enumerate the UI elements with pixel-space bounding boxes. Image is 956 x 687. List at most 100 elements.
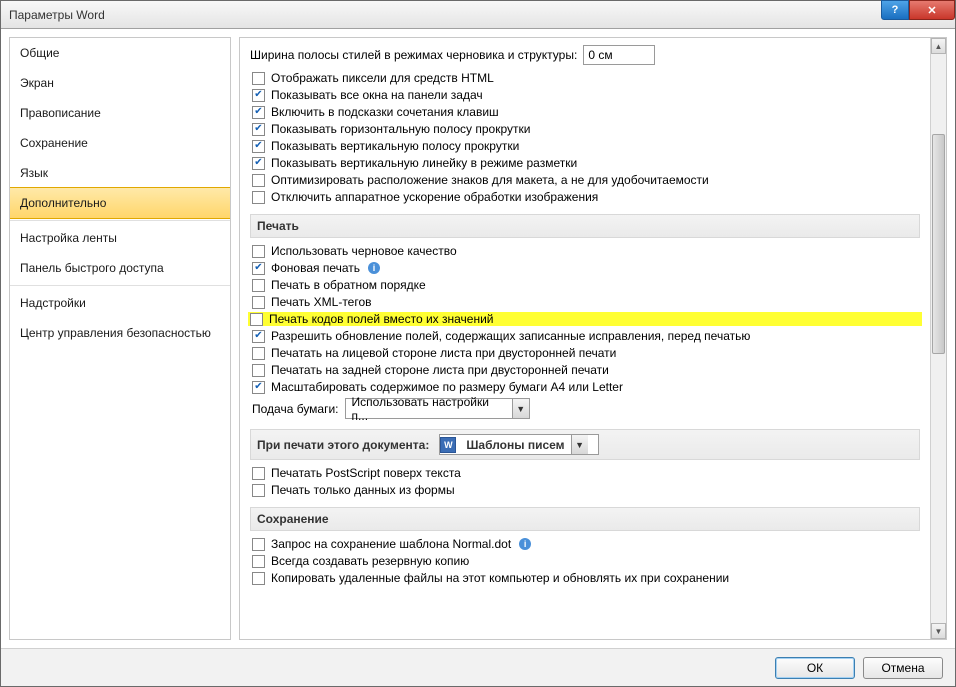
print-opt-label: Разрешить обновление полей, содержащих з…: [271, 329, 750, 343]
display-opt-checkbox[interactable]: [252, 157, 265, 170]
display-opt-label: Включить в подсказки сочетания клавиш: [271, 105, 499, 119]
print-doc-dropdown[interactable]: W Шаблоны писем ▼: [439, 434, 599, 455]
display-opt-checkbox[interactable]: [252, 106, 265, 119]
print-doc-opt-checkbox[interactable]: [252, 484, 265, 497]
print-opt-checkbox[interactable]: [250, 313, 263, 326]
save-opt-row: Всегда создавать резервную копию: [252, 554, 920, 568]
scroll-up-icon[interactable]: ▲: [931, 38, 946, 54]
print-opt-label: Использовать черновое качество: [271, 244, 457, 258]
style-width-row: Ширина полосы стилей в режимах черновика…: [250, 45, 920, 65]
print-opt-checkbox[interactable]: [252, 296, 265, 309]
info-icon[interactable]: i: [519, 538, 531, 550]
display-opt-row: Отображать пиксели для средств HTML: [252, 71, 920, 85]
display-opt-row: Отключить аппаратное ускорение обработки…: [252, 190, 920, 204]
scroll-track[interactable]: [931, 54, 946, 623]
print-doc-opt-checkbox[interactable]: [252, 467, 265, 480]
paper-feed-value: Использовать настройки п...: [346, 395, 512, 423]
print-opt-label: Печать кодов полей вместо их значений: [269, 312, 494, 326]
sidebar-item-display[interactable]: Экран: [10, 68, 230, 98]
section-print-label: Печать: [257, 219, 299, 233]
save-opt-label: Всегда создавать резервную копию: [271, 554, 469, 568]
display-opt-label: Показывать горизонтальную полосу прокрут…: [271, 122, 530, 136]
display-opt-label: Показывать вертикальную полосу прокрутки: [271, 139, 519, 153]
display-opt-row: Оптимизировать расположение знаков для м…: [252, 173, 920, 187]
print-doc-value: Шаблоны писем: [460, 438, 570, 452]
info-icon[interactable]: i: [368, 262, 380, 274]
print-opt-label: Фоновая печать: [271, 261, 360, 275]
print-opt-row: Фоновая печать i: [252, 261, 920, 275]
sidebar-item-language[interactable]: Язык: [10, 158, 230, 188]
print-opt-label: Печатать на лицевой стороне листа при дв…: [271, 346, 616, 360]
print-opt-checkbox[interactable]: [252, 347, 265, 360]
print-doc-opt-row: Печать только данных из формы: [252, 483, 920, 497]
display-opt-checkbox[interactable]: [252, 89, 265, 102]
print-opt-row: Печатать на лицевой стороне листа при дв…: [252, 346, 920, 360]
print-opt-checkbox[interactable]: [252, 330, 265, 343]
sidebar-separator: [10, 220, 230, 221]
section-save-label: Сохранение: [257, 512, 329, 526]
chevron-down-icon: ▼: [512, 399, 529, 418]
save-opt-label: Копировать удаленные файлы на этот компь…: [271, 571, 729, 585]
print-opt-checkbox[interactable]: [252, 262, 265, 275]
display-opt-row: Показывать вертикальную линейку в режиме…: [252, 156, 920, 170]
sidebar-item-advanced[interactable]: Дополнительно: [9, 187, 231, 219]
display-opt-checkbox[interactable]: [252, 72, 265, 85]
print-opt-checkbox[interactable]: [252, 245, 265, 258]
sidebar-item-save[interactable]: Сохранение: [10, 128, 230, 158]
vertical-scrollbar[interactable]: ▲ ▼: [930, 38, 946, 639]
display-opt-label: Отключить аппаратное ускорение обработки…: [271, 190, 598, 204]
print-opt-row: Печать XML-тегов: [252, 295, 920, 309]
paper-feed-dropdown[interactable]: Использовать настройки п... ▼: [345, 398, 530, 419]
sidebar-separator: [10, 285, 230, 286]
sidebar: Общие Экран Правописание Сохранение Язык…: [9, 37, 231, 640]
window-controls: ? ✕: [881, 1, 955, 28]
paper-feed-row: Подача бумаги: Использовать настройки п.…: [252, 398, 920, 419]
display-opt-checkbox[interactable]: [252, 191, 265, 204]
window-title: Параметры Word: [9, 8, 105, 22]
scroll-thumb[interactable]: [932, 134, 945, 354]
sidebar-item-qat[interactable]: Панель быстрого доступа: [10, 253, 230, 283]
sidebar-item-trust[interactable]: Центр управления безопасностью: [10, 318, 230, 348]
display-opt-checkbox[interactable]: [252, 123, 265, 136]
dialog-body: Общие Экран Правописание Сохранение Язык…: [1, 29, 955, 648]
save-opt-checkbox[interactable]: [252, 538, 265, 551]
print-opt-checkbox[interactable]: [252, 364, 265, 377]
print-opt-label: Печать XML-тегов: [271, 295, 372, 309]
sidebar-item-ribbon[interactable]: Настройка ленты: [10, 223, 230, 253]
save-opt-checkbox[interactable]: [252, 572, 265, 585]
display-opt-row: Включить в подсказки сочетания клавиш: [252, 105, 920, 119]
ok-button[interactable]: ОК: [775, 657, 855, 679]
titlebar: Параметры Word ? ✕: [1, 1, 955, 29]
scroll-down-icon[interactable]: ▼: [931, 623, 946, 639]
print-opt-checkbox[interactable]: [252, 381, 265, 394]
sidebar-item-general[interactable]: Общие: [10, 38, 230, 68]
cancel-button[interactable]: Отмена: [863, 657, 943, 679]
display-opt-checkbox[interactable]: [252, 174, 265, 187]
help-button[interactable]: ?: [881, 0, 909, 20]
style-width-input[interactable]: [583, 45, 655, 65]
display-opt-label: Отображать пиксели для средств HTML: [271, 71, 494, 85]
save-opt-row: Копировать удаленные файлы на этот компь…: [252, 571, 920, 585]
section-print: Печать: [250, 214, 920, 238]
print-doc-opt-label: Печатать PostScript поверх текста: [271, 466, 461, 480]
save-opt-checkbox[interactable]: [252, 555, 265, 568]
display-opt-label: Показывать все окна на панели задач: [271, 88, 483, 102]
display-opt-label: Оптимизировать расположение знаков для м…: [271, 173, 709, 187]
print-opt-row: Масштабировать содержимое по размеру бум…: [252, 380, 920, 394]
display-opt-checkbox[interactable]: [252, 140, 265, 153]
save-opt-label: Запрос на сохранение шаблона Normal.dot: [271, 537, 511, 551]
word-doc-icon: W: [440, 437, 456, 453]
close-button[interactable]: ✕: [909, 0, 955, 20]
dialog-footer: ОК Отмена: [1, 648, 955, 686]
print-opt-row: Использовать черновое качество: [252, 244, 920, 258]
sidebar-item-addins[interactable]: Надстройки: [10, 288, 230, 318]
options-dialog: Параметры Word ? ✕ Общие Экран Правописа…: [0, 0, 956, 687]
display-opt-row: Показывать вертикальную полосу прокрутки: [252, 139, 920, 153]
section-print-doc-label: При печати этого документа:: [257, 438, 429, 452]
print-opt-row: Печать кодов полей вместо их значений: [248, 312, 922, 326]
print-opt-checkbox[interactable]: [252, 279, 265, 292]
sidebar-item-proofing[interactable]: Правописание: [10, 98, 230, 128]
print-opt-label: Печать в обратном порядке: [271, 278, 426, 292]
save-opt-row: Запрос на сохранение шаблона Normal.dot i: [252, 537, 920, 551]
print-opt-row: Разрешить обновление полей, содержащих з…: [252, 329, 920, 343]
